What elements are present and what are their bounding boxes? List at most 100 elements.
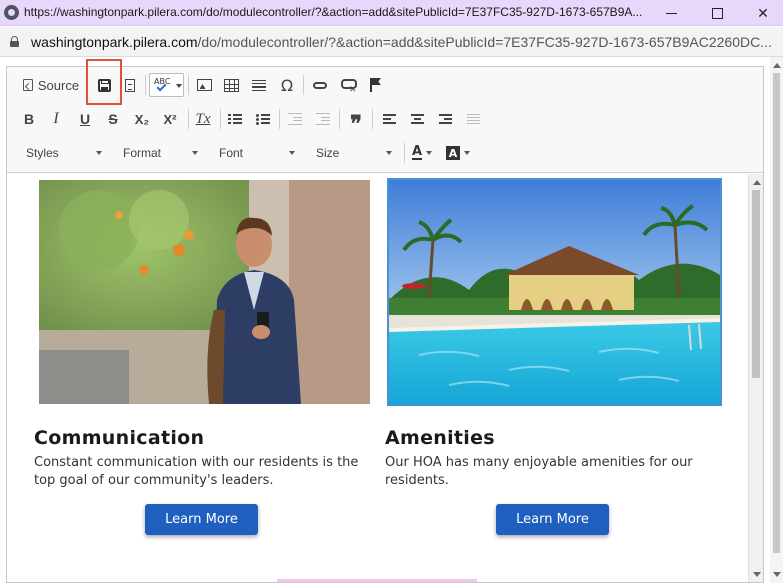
background-color-icon: A [446,146,460,160]
bold-button[interactable]: B [18,107,40,131]
table-button[interactable] [220,73,242,97]
editor-scroll-thumb[interactable] [752,190,760,378]
anchor-button[interactable] [365,73,387,97]
section-divider [277,579,477,582]
communication-description: Constant communication with our resident… [34,455,359,488]
page-icon [125,78,135,92]
new-page-button[interactable] [119,73,141,97]
source-icon [22,79,33,91]
strikethrough-icon: S [108,111,118,127]
window-titlebar: https://washingtonpark.pilera.com/do/mod… [0,0,783,26]
amenities-image[interactable] [387,178,722,406]
superscript-button[interactable]: X² [158,107,182,131]
font-label: Font [219,146,244,160]
subscript-icon: X₂ [134,111,150,127]
bold-icon: B [23,111,35,127]
chevron-down-icon [386,151,392,155]
site-favicon-icon [4,5,19,20]
bulleted-list-icon [256,113,270,125]
address-bar[interactable]: washingtonpark.pilera.com/do/modulecontr… [0,27,783,57]
align-justify-icon [466,113,480,125]
align-right-button[interactable] [434,107,456,131]
styles-dropdown[interactable]: Styles [26,141,104,165]
toolbar-separator [404,143,405,163]
indent-icon [316,113,330,125]
scroll-down-icon[interactable] [753,572,761,577]
page-scroll-thumb[interactable] [773,73,780,553]
lock-icon [10,36,19,47]
chevron-down-icon [289,151,295,155]
url-text[interactable]: washingtonpark.pilera.com/do/modulecontr… [31,34,772,50]
horizontal-line-button[interactable] [248,73,270,97]
amenities-learn-more-button[interactable]: Learn More [496,504,609,535]
editor-content[interactable]: Communication Constant communication wit… [7,174,747,582]
format-dropdown[interactable]: Format [123,141,200,165]
toolbar-separator [188,109,189,129]
maximize-button[interactable] [694,0,740,26]
italic-icon: I [53,110,59,127]
chevron-down-icon [96,151,102,155]
remove-format-icon: Tx [195,110,211,127]
format-label: Format [123,146,162,160]
increase-indent-button[interactable] [312,107,334,131]
close-button[interactable]: ✕ [740,0,783,26]
background-color-button[interactable]: A [446,141,470,165]
styles-label: Styles [26,146,59,160]
unlink-button[interactable]: ✕ [337,73,359,97]
text-color-button[interactable]: A [412,141,433,165]
quote-icon: ❞ [350,111,362,137]
rich-text-editor: Source ABC Ω ✕ B I U S X₂ X² Tx ❞ Styles… [6,59,764,583]
communication-title: Communication [34,427,205,449]
superscript-icon: X² [163,111,177,127]
editor-scrollbar[interactable] [748,174,763,582]
align-left-icon [382,113,396,125]
communication-learn-more-button[interactable]: Learn More [145,504,258,535]
align-justify-button[interactable] [462,107,484,131]
font-dropdown[interactable]: Font [219,141,297,165]
link-icon [313,81,327,89]
chevron-down-icon [192,151,198,155]
chevron-down-icon [464,151,470,155]
toolbar-separator [279,109,280,129]
toolbar-separator [188,75,189,95]
unlink-icon: ✕ [341,79,357,94]
blockquote-button[interactable]: ❞ [344,107,368,137]
source-button[interactable]: Source [21,73,81,97]
minimize-button[interactable] [648,0,694,26]
minimize-icon [665,12,677,14]
numbered-list-icon [228,113,242,125]
flag-icon [370,78,382,92]
chevron-down-icon [176,84,182,88]
italic-button[interactable]: I [45,107,67,131]
decrease-indent-button[interactable] [284,107,306,131]
save-button[interactable] [89,73,119,97]
align-center-button[interactable] [406,107,428,131]
toolbar-separator [339,109,340,129]
size-dropdown[interactable]: Size [316,141,394,165]
image-button[interactable] [193,73,215,97]
page-scrollbar[interactable] [770,57,783,583]
link-button[interactable] [309,73,331,97]
chevron-down-icon [426,151,433,155]
image-icon [196,79,212,91]
scroll-down-icon[interactable] [773,572,781,577]
outdent-icon [288,113,302,125]
align-left-button[interactable] [378,107,400,131]
table-icon [223,78,239,92]
scroll-up-icon[interactable] [773,63,781,68]
underline-button[interactable]: U [74,107,96,131]
communication-image[interactable] [39,180,370,404]
bulleted-list-button[interactable] [252,107,274,131]
scroll-up-icon[interactable] [753,180,761,185]
numbered-list-button[interactable] [224,107,246,131]
strikethrough-button[interactable]: S [102,107,124,131]
editor-toolbar: Source ABC Ω ✕ B I U S X₂ X² Tx ❞ Styles… [7,59,763,173]
amenities-title: Amenities [385,427,495,449]
remove-format-button[interactable]: Tx [191,107,215,131]
subscript-button[interactable]: X₂ [130,107,154,131]
save-icon [97,78,111,92]
url-path: /do/modulecontroller/?&action=add&sitePu… [197,34,772,50]
spellcheck-button[interactable]: ABC [149,73,184,97]
special-character-button[interactable]: Ω [276,73,298,97]
toolbar-separator [372,109,373,129]
